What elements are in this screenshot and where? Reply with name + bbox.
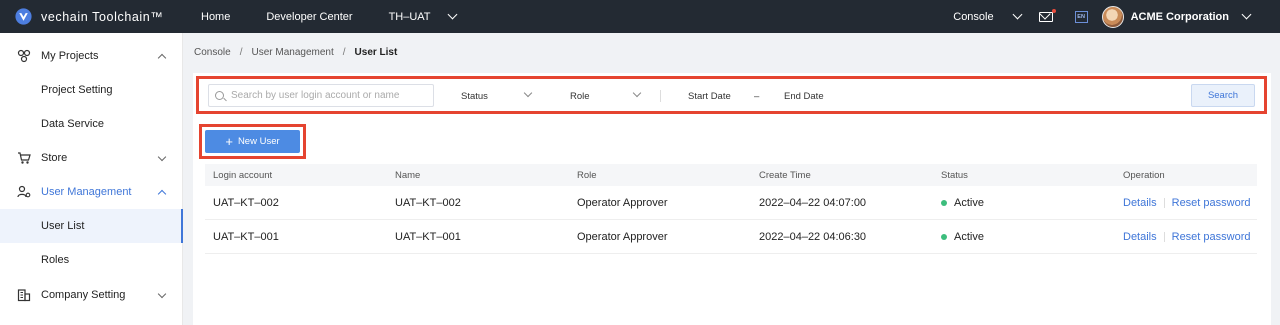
cell-operation: Details Reset password [1123, 231, 1251, 243]
org-name[interactable]: ACME Corporation [1131, 11, 1229, 23]
chevron-down-icon [632, 88, 642, 98]
search-input[interactable] [231, 90, 431, 101]
role-select[interactable]: Role [570, 86, 642, 106]
language-switch[interactable]: EN [1074, 10, 1088, 23]
status-select[interactable]: Status [461, 86, 533, 106]
column-header-operation: Operation [1123, 169, 1165, 181]
cell-name: UAT–KT–002 [395, 196, 461, 209]
new-user-highlight: + New User [199, 124, 306, 159]
sidebar: My Projects Project Setting Data Service… [0, 33, 183, 325]
brand-logo[interactable]: vechain Toolchain™ [15, 8, 185, 25]
table-row: UAT–KT–002 UAT–KT–002 Operator Approver … [205, 186, 1257, 220]
cell-status: Active [941, 197, 984, 209]
env-chevron-down-icon[interactable] [447, 9, 457, 20]
console-menu[interactable]: Console [953, 11, 993, 23]
status-dot [941, 199, 947, 206]
cell-login: UAT–KT–002 [213, 196, 279, 209]
column-header-status: Status [941, 169, 968, 181]
sidebar-item-roles[interactable]: Roles [0, 243, 183, 277]
sidebar-item-company-setting[interactable]: Company Setting [0, 278, 183, 312]
nav-home[interactable]: Home [201, 11, 230, 23]
divider [1163, 197, 1165, 208]
company-icon [17, 288, 31, 302]
cell-role: Operator Approver [577, 196, 668, 209]
filter-bar: Status Role Start Date – End Date Search [196, 76, 1267, 114]
start-date-input[interactable]: Start Date [688, 91, 731, 102]
reset-password-link[interactable]: Reset password [1172, 197, 1251, 209]
user-management-icon [17, 185, 31, 199]
sidebar-item-project-setting[interactable]: Project Setting [0, 73, 183, 107]
nav-developer-center[interactable]: Developer Center [266, 11, 352, 23]
mail-icon[interactable] [1038, 8, 1056, 22]
search-icon [215, 91, 224, 100]
cell-create-time: 2022–04–22 04:06:30 [759, 230, 867, 243]
cell-create-time: 2022–04–22 04:07:00 [759, 196, 867, 209]
sidebar-item-user-list[interactable]: User List [0, 209, 183, 243]
cell-name: UAT–KT–001 [395, 230, 461, 243]
column-header-name: Name [395, 169, 421, 181]
status-dot [941, 233, 947, 240]
sidebar-item-store[interactable]: Store [0, 141, 183, 175]
brand-name: vechain Toolchain™ [41, 9, 164, 24]
cell-login: UAT–KT–001 [213, 230, 279, 243]
top-navbar: vechain Toolchain™ Home Developer Center… [0, 0, 1280, 33]
notification-dot [1051, 8, 1056, 13]
sidebar-item-my-projects[interactable]: My Projects [0, 39, 183, 73]
vechain-logo-icon [15, 8, 32, 25]
new-user-label: New User [237, 136, 280, 147]
divider [1163, 231, 1165, 242]
sidebar-item-data-service[interactable]: Data Service [0, 107, 183, 141]
sidebar-item-label: Project Setting [41, 84, 113, 96]
divider [660, 90, 661, 102]
avatar[interactable] [1101, 5, 1124, 28]
breadcrumb-console[interactable]: Console [194, 47, 231, 58]
console-chevron-down-icon[interactable] [1012, 9, 1023, 20]
breadcrumb-separator: / [239, 47, 243, 58]
breadcrumb-user-management[interactable]: User Management [251, 47, 333, 58]
user-table: Login account Name Role Create Time Stat… [205, 164, 1257, 254]
table-header: Login account Name Role Create Time Stat… [205, 164, 1257, 186]
column-header-role: Role [577, 169, 597, 181]
end-date-input[interactable]: End Date [784, 91, 824, 102]
search-box[interactable] [208, 84, 434, 107]
search-button[interactable]: Search [1191, 84, 1255, 107]
chevron-down-icon [523, 88, 533, 98]
plus-icon: + [225, 134, 233, 149]
store-icon [17, 151, 31, 165]
org-chevron-down-icon[interactable] [1241, 9, 1252, 20]
projects-icon [17, 49, 31, 63]
date-range-separator: – [754, 91, 760, 102]
cell-role: Operator Approver [577, 230, 668, 243]
breadcrumb-user-list: User List [354, 47, 398, 58]
sidebar-item-label: Roles [41, 254, 70, 266]
breadcrumb: Console / User Management / User List [194, 47, 397, 58]
role-select-label: Role [570, 90, 590, 102]
new-user-button[interactable]: + New User [205, 130, 300, 153]
table-row: UAT–KT–001 UAT–KT–001 Operator Approver … [205, 220, 1257, 254]
cell-status: Active [941, 231, 984, 243]
status-select-label: Status [461, 90, 488, 102]
sidebar-item-label: User List [41, 220, 85, 232]
breadcrumb-separator: / [342, 47, 346, 58]
status-text: Active [954, 230, 984, 243]
env-selector[interactable]: TH–UAT [389, 11, 431, 23]
sidebar-item-label: Data Service [41, 118, 104, 130]
column-header-login: Login account [213, 169, 273, 181]
reset-password-link[interactable]: Reset password [1172, 231, 1251, 243]
details-link[interactable]: Details [1123, 231, 1157, 243]
details-link[interactable]: Details [1123, 197, 1157, 209]
column-header-create-time: Create Time [759, 169, 811, 181]
sidebar-item-user-management[interactable]: User Management [0, 175, 183, 209]
status-text: Active [954, 196, 984, 209]
cell-operation: Details Reset password [1123, 197, 1251, 209]
